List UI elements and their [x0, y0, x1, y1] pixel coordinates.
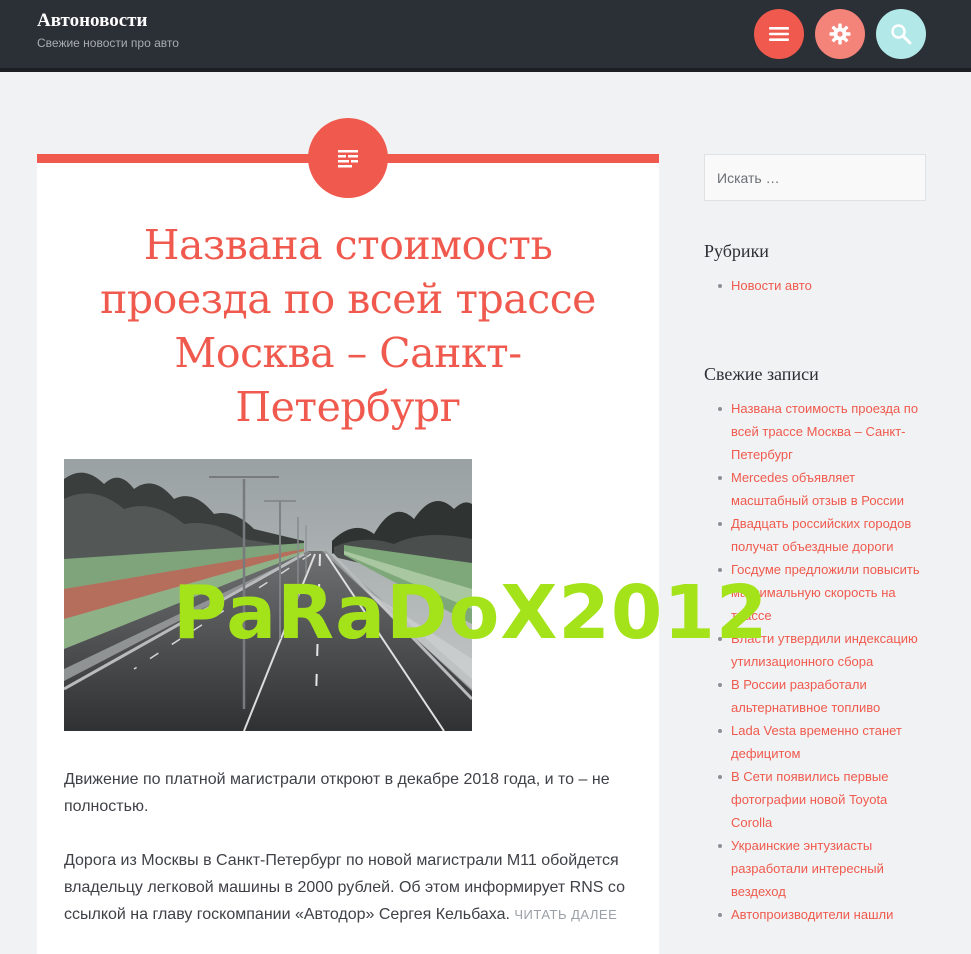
- recent-post-item[interactable]: Власти утвердили индексацию утилизационн…: [718, 627, 929, 673]
- search-toggle-button[interactable]: [876, 9, 926, 59]
- recent-post-item[interactable]: В России разработали альтернативное топл…: [718, 673, 929, 719]
- settings-button[interactable]: [815, 9, 865, 59]
- recent-post-item[interactable]: Mercedes объявляет масштабный отзыв в Ро…: [718, 466, 929, 512]
- recent-post-item[interactable]: Названа стоимость проезда по всей трассе…: [718, 397, 929, 466]
- category-item[interactable]: Новости авто: [718, 274, 929, 297]
- recent-posts-list: Названа стоимость проезда по всей трассе…: [704, 397, 929, 926]
- site-title[interactable]: Автоновости: [37, 10, 147, 32]
- gear-icon: [829, 23, 851, 45]
- post-excerpt-body: Дорога из Москвы в Санкт-Петербург по но…: [64, 847, 639, 928]
- site-header: Автоновости Свежие новости про авто: [0, 0, 971, 72]
- recent-post-item[interactable]: Двадцать российских городов получат объе…: [718, 512, 929, 558]
- highway-photo: [64, 459, 472, 731]
- site-description: Свежие новости про авто: [37, 36, 179, 50]
- recent-post-item[interactable]: Госдуме предложили повысить максимальную…: [718, 558, 929, 627]
- recent-post-item[interactable]: Автопроизводители нашли: [718, 903, 929, 926]
- recent-post-item[interactable]: В Сети появились первые фотографии новой…: [718, 765, 929, 834]
- read-more-link[interactable]: Читать далее: [514, 907, 617, 922]
- recent-post-item[interactable]: Украинские энтузиасты разработали интере…: [718, 834, 929, 903]
- sidebar-search-input[interactable]: [704, 154, 926, 201]
- post-image[interactable]: [64, 459, 472, 731]
- text-format-icon: [338, 150, 358, 168]
- search-icon: [891, 24, 912, 45]
- post-format-badge: [308, 118, 388, 198]
- categories-list: Новости авто: [704, 274, 929, 297]
- post-excerpt-lead: Движение по платной магистрали откроют в…: [64, 771, 610, 815]
- post-title[interactable]: Названа стоимость проезда по всей трассе…: [37, 218, 659, 434]
- menu-button[interactable]: [754, 9, 804, 59]
- categories-widget-title: Рубрики: [704, 241, 769, 261]
- menu-icon: [769, 27, 789, 41]
- recent-post-item[interactable]: Lada Vesta временно станет дефицитом: [718, 719, 929, 765]
- recent-posts-widget-title: Свежие записи: [704, 364, 819, 384]
